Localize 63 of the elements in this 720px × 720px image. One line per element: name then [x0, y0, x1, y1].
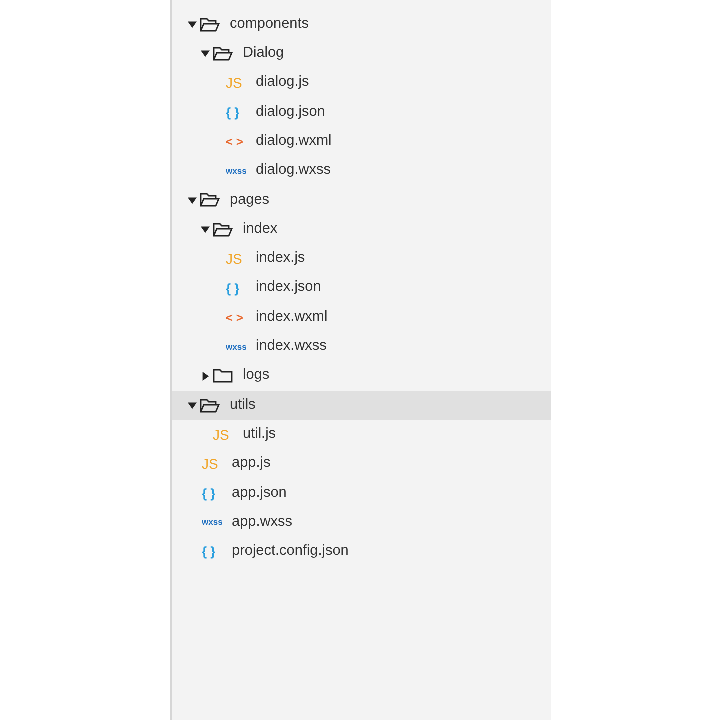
folder-name: components — [230, 14, 309, 34]
file-name: dialog.wxml — [256, 132, 332, 151]
tree-row[interactable]: < > dialog.wxml — [172, 127, 551, 156]
tree-row[interactable]: wxss dialog.wxss — [172, 156, 551, 186]
file-name: dialog.json — [256, 102, 326, 122]
file-type-icon: < > — [226, 312, 244, 324]
tree-row[interactable]: logs — [172, 362, 551, 391]
tree-row[interactable]: utils — [172, 390, 551, 420]
file-name: app.js — [232, 454, 271, 474]
tree-row[interactable]: { } project.config.json — [172, 537, 551, 567]
file-type-icon: JS — [213, 428, 230, 442]
expanded-arrow-icon[interactable] — [188, 196, 196, 205]
file-name: dialog.wxss — [256, 161, 331, 180]
file-name: dialog.js — [256, 73, 310, 92]
file-type-icon: { } — [202, 545, 216, 558]
file-type-icon: { } — [226, 106, 240, 120]
tree-row[interactable]: { } dialog.json — [172, 98, 551, 128]
expanded-arrow-icon[interactable] — [188, 20, 196, 30]
file-name: index.wxss — [256, 337, 327, 356]
expanded-arrow-icon[interactable] — [188, 401, 196, 410]
file-name: index.wxml — [256, 308, 328, 327]
open-folder-icon — [213, 222, 233, 238]
open-folder-icon — [200, 16, 220, 33]
expanded-arrow-icon[interactable] — [200, 225, 210, 234]
file-type-icon: JS — [202, 457, 218, 472]
open-folder-icon — [213, 46, 233, 62]
file-name: index.js — [256, 249, 306, 268]
folder-name: logs — [243, 366, 270, 386]
collapsed-arrow-icon[interactable] — [200, 372, 210, 381]
tree-row[interactable]: pages — [172, 186, 551, 216]
file-type-icon: wxss — [202, 518, 223, 527]
folder-name: index — [243, 220, 278, 239]
file-type-icon: { } — [226, 282, 240, 295]
tree-row[interactable]: index — [172, 215, 551, 244]
tree-row[interactable]: JS app.js — [172, 449, 551, 479]
file-name: app.json — [232, 484, 287, 503]
folder-name: Dialog — [243, 44, 284, 64]
folder-icon — [213, 368, 233, 384]
open-folder-icon — [200, 192, 220, 208]
tree-row[interactable]: { } app.json — [172, 478, 551, 508]
folder-name: utils — [230, 396, 256, 415]
file-type-icon: JS — [226, 76, 242, 90]
file-name: index.json — [256, 278, 322, 298]
folder-name: pages — [230, 190, 270, 210]
file-type-icon: wxss — [226, 166, 247, 176]
tree-row[interactable]: Dialog — [172, 39, 551, 69]
tree-row[interactable]: components — [172, 10, 551, 40]
file-name: project.config.json — [232, 542, 349, 562]
open-folder-icon — [200, 398, 220, 414]
tree-row[interactable]: wxss app.wxss — [172, 508, 551, 538]
expanded-arrow-icon[interactable] — [200, 49, 210, 58]
file-type-icon: JS — [226, 252, 242, 266]
tree-row[interactable]: JS dialog.js — [172, 68, 551, 98]
tree-row[interactable]: JS index.js — [172, 244, 551, 274]
file-name: util.js — [243, 424, 276, 444]
file-type-icon: < > — [226, 136, 244, 148]
file-type-icon: wxss — [226, 342, 247, 352]
file-name: app.wxss — [232, 512, 292, 532]
tree-row[interactable]: { } index.json — [172, 274, 551, 303]
tree-row[interactable]: wxss index.wxss — [172, 332, 551, 362]
tree-row[interactable]: JS util.js — [172, 420, 551, 450]
file-type-icon: { } — [202, 486, 216, 500]
tree-row[interactable]: < > index.wxml — [172, 302, 551, 332]
